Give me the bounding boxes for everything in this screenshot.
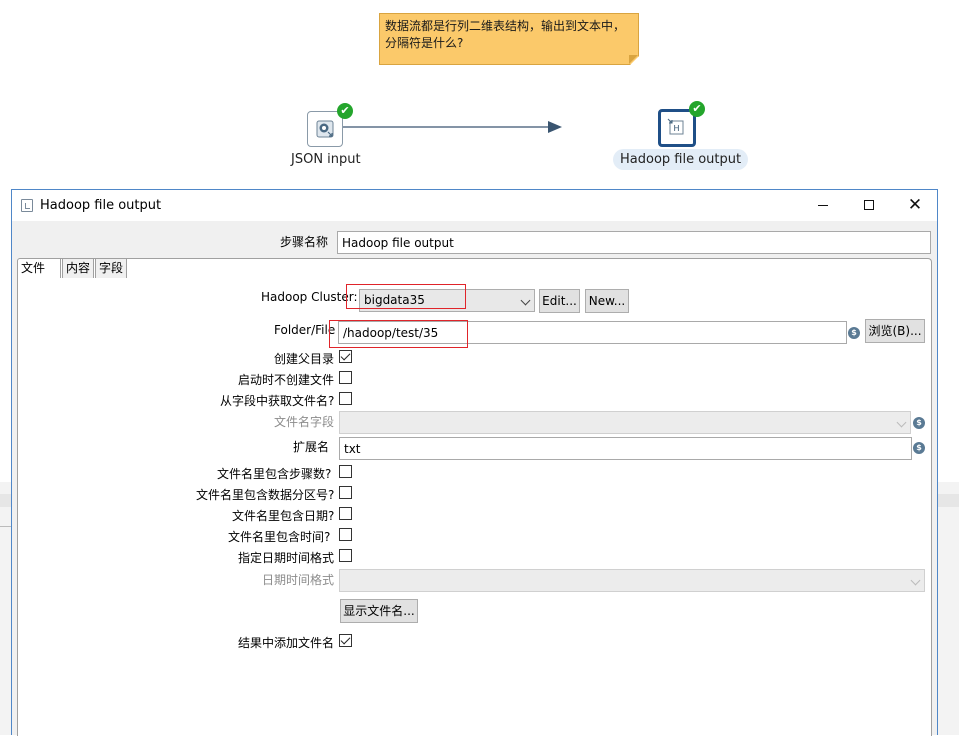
datetime-format-select[interactable] (339, 569, 925, 592)
create-parent-label: 创建父目录 (274, 352, 335, 366)
status-ok-icon: ✔ (337, 103, 353, 119)
show-filename-button[interactable]: 显示文件名... (340, 599, 418, 623)
no-create-on-start-label: 启动时不创建文件 (238, 373, 335, 387)
step-hadoop-file-output[interactable]: H ✔ (658, 101, 705, 147)
new-cluster-button[interactable]: New... (585, 289, 629, 313)
hadoop-cluster-label: Hadoop Cluster: (261, 290, 358, 304)
step-label-json-input[interactable]: JSON input (291, 152, 361, 167)
step-name-input[interactable] (337, 231, 931, 254)
background-panel-header (937, 494, 959, 507)
highlight-box-folder (329, 320, 468, 348)
datetime-format-label: 日期时间格式 (262, 573, 335, 587)
note-fold-corner (629, 55, 638, 64)
include-time-checkbox[interactable] (339, 528, 352, 541)
filename-from-field-checkbox[interactable] (339, 392, 352, 405)
variable-icon[interactable]: $ (913, 442, 925, 454)
include-partition-label: 文件名里包含数据分区号? (196, 488, 335, 502)
highlight-box-cluster (346, 284, 466, 309)
canvas-note[interactable]: 数据流都是行列二维表结构，输出到文本中，分隔符是什么? (379, 13, 639, 65)
filename-field-label: 文件名字段 (274, 415, 335, 429)
edit-cluster-button[interactable]: Edit... (539, 289, 580, 313)
background-panel-right (937, 482, 959, 735)
browse-button[interactable]: 浏览(B)... (865, 319, 925, 343)
include-partition-checkbox[interactable] (339, 486, 352, 499)
include-stepnr-label: 文件名里包含步骤数? (217, 467, 332, 481)
maximize-button[interactable] (846, 190, 892, 221)
chevron-down-icon (910, 575, 921, 586)
create-parent-checkbox[interactable] (339, 350, 352, 363)
close-button[interactable]: ✕ (892, 190, 938, 221)
include-stepnr-checkbox[interactable] (339, 465, 352, 478)
no-create-on-start-checkbox[interactable] (339, 371, 352, 384)
hadoop-file-output-dialog: Hadoop file output ✕ 步骤名称 文件 内容 字段 Hadoo… (11, 189, 938, 736)
include-date-checkbox[interactable] (339, 507, 352, 520)
step-label-hadoop-file-output[interactable]: Hadoop file output (613, 149, 749, 170)
variable-icon[interactable]: $ (848, 327, 860, 339)
chevron-down-icon (896, 417, 907, 428)
filename-from-field-label: 从字段中获取文件名? (220, 394, 335, 408)
add-to-result-checkbox[interactable] (339, 634, 352, 647)
maximize-icon (864, 200, 874, 210)
hadoop-output-icon: H (667, 118, 684, 135)
extension-input[interactable] (339, 437, 912, 460)
dialog-app-icon (21, 199, 33, 212)
tab-fields[interactable]: 字段 (95, 258, 127, 278)
extension-label: 扩展名 (293, 440, 330, 454)
note-text: 数据流都是行列二维表结构，输出到文本中，分隔符是什么? (385, 19, 626, 50)
specify-datetime-label: 指定日期时间格式 (238, 551, 335, 565)
tab-content[interactable]: 内容 (62, 258, 94, 278)
close-icon: ✕ (907, 195, 923, 215)
status-ok-icon: ✔ (689, 101, 705, 117)
specify-datetime-checkbox[interactable] (339, 549, 352, 562)
folder-file-label: Folder/File (274, 323, 336, 337)
minimize-icon (818, 204, 828, 206)
variable-icon[interactable]: $ (913, 417, 925, 429)
dialog-title: Hadoop file output (40, 198, 162, 213)
active-tab-joiner (18, 278, 61, 280)
step-name-label: 步骤名称 (280, 235, 329, 249)
json-input-icon (316, 120, 334, 138)
include-time-label: 文件名里包含时间? (228, 530, 331, 544)
hop-arrow[interactable] (343, 121, 663, 133)
chevron-down-icon (520, 295, 531, 306)
step-json-input[interactable]: ✔ (307, 103, 353, 147)
svg-text:H: H (673, 124, 679, 133)
include-date-label: 文件名里包含日期? (232, 509, 335, 523)
dialog-titlebar[interactable]: Hadoop file output ✕ (12, 190, 937, 221)
add-to-result-label: 结果中添加文件名 (238, 636, 335, 650)
minimize-button[interactable] (800, 190, 846, 221)
filename-field-select[interactable] (339, 411, 911, 434)
tab-file[interactable]: 文件 (17, 258, 61, 279)
